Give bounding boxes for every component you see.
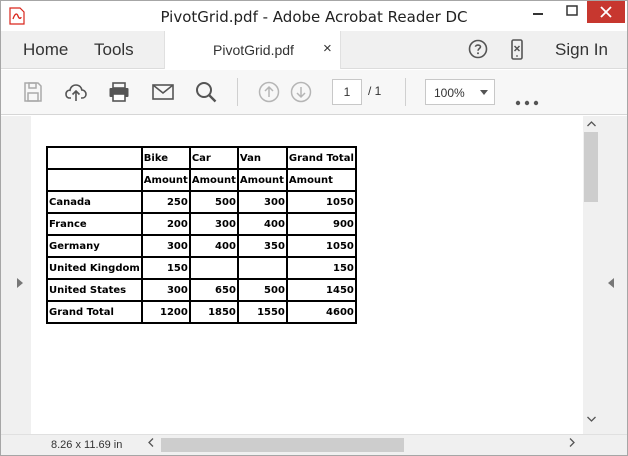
page-number-input[interactable]: 1 [332,79,362,105]
scroll-down-icon[interactable] [587,416,596,422]
table-header-cell: Bike [140,146,191,170]
ellipsis-icon [515,100,539,106]
document-tab[interactable]: PivotGrid.pdf × [164,31,341,69]
table-cell [188,256,239,280]
print-icon[interactable] [107,80,131,104]
scroll-up-icon[interactable] [587,121,596,127]
home-menu[interactable]: Home [23,40,68,60]
close-tab-icon[interactable]: × [323,40,332,57]
table-cell: 1050 [285,190,357,214]
vertical-scrollbar[interactable] [583,116,599,434]
table-header-cell: Car [188,146,239,170]
table-cell: 300 [140,278,191,302]
table-cell: 300 [188,212,239,236]
close-icon [600,6,612,18]
help-icon[interactable] [468,39,488,59]
toolbar-divider [405,78,406,106]
row-label: United Kingdom [46,256,143,280]
table-cell: 250 [140,190,191,214]
save-icon[interactable] [21,80,45,104]
table-cell: 400 [188,234,239,258]
table-cell: 350 [236,234,288,258]
page-size-label: 8.26 x 11.69 in [51,439,123,451]
table-cell: 400 [236,212,288,236]
expand-right-panel-icon[interactable] [608,278,614,288]
pivot-table: Bike Car Van Grand Total Amount Amount A… [46,146,357,324]
table-cell: 1850 [188,300,239,324]
table-cell: 200 [140,212,191,236]
expand-left-panel-icon[interactable] [17,278,23,288]
document-tab-label: PivotGrid.pdf [213,42,294,58]
table-header-cell: Grand Total [285,146,357,170]
sign-in-link[interactable]: Sign In [555,40,608,60]
table-row: Germany 300 400 350 1050 [46,234,357,258]
zoom-value: 100% [434,86,465,100]
row-label: Grand Total [46,300,143,324]
maximize-icon [566,5,578,16]
table-cell: 650 [188,278,239,302]
table-header-row: Bike Car Van Grand Total [46,146,357,170]
right-panel-toggle[interactable] [599,116,627,434]
table-cell: 1450 [285,278,357,302]
title-bar: PivotGrid.pdf - Adobe Acrobat Reader DC [1,1,627,31]
table-header-cell [46,168,143,192]
mobile-link-icon[interactable] [507,38,527,62]
table-cell: 500 [236,278,288,302]
table-header-cell: Van [236,146,288,170]
more-tools-icon[interactable] [515,90,539,111]
table-cell: 300 [236,190,288,214]
toolbar: 1 / 1 100% [1,70,627,115]
chevron-down-icon [480,90,488,95]
tools-menu[interactable]: Tools [94,40,134,60]
grand-total-row: Grand Total 1200 1850 1550 4600 [46,300,357,324]
acrobat-window: PivotGrid.pdf - Adobe Acrobat Reader DC … [0,0,628,456]
table-cell: 900 [285,212,357,236]
close-window-button[interactable] [587,1,625,23]
row-label: United States [46,278,143,302]
horizontal-scrollbar[interactable] [143,435,583,455]
table-header-cell: Amount [285,168,357,192]
table-header-row: Amount Amount Amount Amount [46,168,357,192]
minimize-button[interactable] [523,1,553,23]
table-cell: 150 [285,256,357,280]
table-cell: 1200 [140,300,191,324]
toolbar-divider [237,78,238,106]
table-cell: 300 [140,234,191,258]
table-row: Canada 250 500 300 1050 [46,190,357,214]
status-bar: 8.26 x 11.69 in [1,434,627,455]
row-label: France [46,212,143,236]
table-row: United Kingdom 150 150 [46,256,357,280]
upload-cloud-icon[interactable] [64,80,88,104]
left-panel-toggle[interactable] [1,116,31,434]
scroll-left-icon[interactable] [148,438,154,447]
table-cell [236,256,288,280]
table-cell: 1050 [285,234,357,258]
next-page-icon[interactable] [289,80,313,104]
vertical-scroll-thumb[interactable] [584,132,598,202]
page-total: / 1 [368,84,382,98]
table-cell: 150 [140,256,191,280]
scroll-right-icon[interactable] [569,438,575,447]
previous-page-icon[interactable] [257,80,281,104]
row-label: Germany [46,234,143,258]
table-cell: 4600 [285,300,357,324]
table-row: France 200 300 400 900 [46,212,357,236]
email-icon[interactable] [151,80,175,104]
table-header-cell: Amount [236,168,288,192]
minimize-icon [533,13,543,15]
table-header-cell: Amount [140,168,191,192]
table-cell: 1550 [236,300,288,324]
table-row: United States 300 650 500 1450 [46,278,357,302]
document-viewer: Bike Car Van Grand Total Amount Amount A… [1,116,627,434]
table-header-cell: Amount [188,168,239,192]
search-icon[interactable] [194,80,218,104]
pdf-page: Bike Car Van Grand Total Amount Amount A… [31,116,583,434]
row-label: Canada [46,190,143,214]
horizontal-scroll-thumb[interactable] [161,438,404,452]
menu-bar: Home Tools PivotGrid.pdf × Sign In [1,31,627,69]
maximize-button[interactable] [557,1,587,23]
zoom-select[interactable]: 100% [425,79,495,105]
table-cell: 500 [188,190,239,214]
table-header-cell [46,146,143,170]
